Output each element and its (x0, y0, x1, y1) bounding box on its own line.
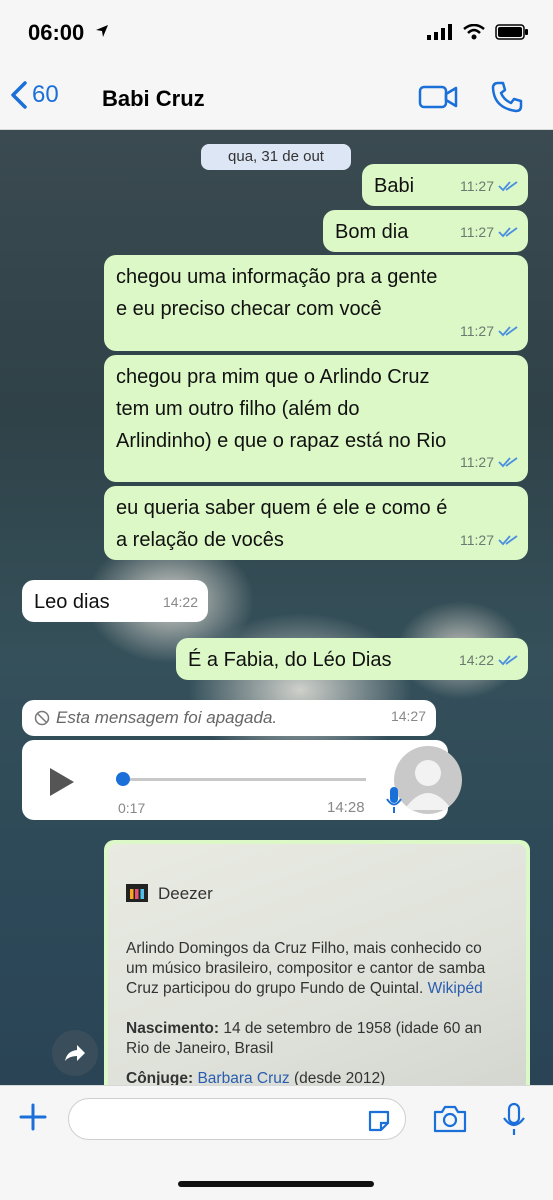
message-time: 11:27 (460, 224, 494, 240)
message-meta: 11:27 (460, 315, 518, 347)
message-line: tem um outro filho (além do (116, 398, 360, 420)
message-text: chegou pra mim que o Arlindo Cruz tem um… (116, 361, 446, 457)
prohibited-icon (34, 710, 50, 726)
message-time: 14:28 (327, 799, 365, 816)
message-time: 14:27 (390, 708, 426, 724)
deleted-message-bubble[interactable]: Esta mensagem foi apagada. 14:27 (22, 700, 436, 736)
message-time: 14:22 (458, 652, 494, 668)
message-bubble[interactable]: eu queria saber quem é ele e como é a re… (104, 486, 528, 560)
image-line-part: Cruz participou do grupo Fundo de Quinta… (126, 980, 428, 997)
message-text: Babi (374, 175, 415, 197)
birth-label: Nascimento: (126, 1020, 220, 1037)
sticker-icon[interactable] (366, 1108, 392, 1134)
image-line: um músico brasileiro, compositor e canto… (126, 960, 486, 977)
image-line: Cruz participou do grupo Fundo de Quinta… (126, 980, 483, 998)
message-text: Bom dia (335, 221, 409, 243)
status-icons (427, 24, 529, 40)
double-check-icon (498, 457, 518, 468)
home-indicator (178, 1181, 374, 1187)
chat-header: 60 Babi Cruz (0, 66, 553, 130)
unread-count: 60 (32, 81, 59, 108)
default-avatar-icon (404, 760, 452, 810)
back-button[interactable]: 60 (10, 80, 59, 110)
image-line: Nascimento: 14 de setembro de 1958 (idad… (126, 1020, 482, 1038)
double-check-icon (498, 655, 518, 666)
message-meta: 14:27 (391, 700, 426, 732)
message-time: 11:27 (460, 454, 494, 470)
message-line: e eu preciso checar com você (116, 298, 382, 320)
forward-button[interactable] (52, 1030, 98, 1076)
date-chip: qua, 31 de out (201, 144, 351, 170)
message-line: chegou pra mim que o Arlindo Cruz (116, 366, 430, 388)
message-meta: 11:27 (460, 446, 518, 478)
microphone-icon (386, 787, 402, 813)
message-meta: 14:22 (459, 644, 518, 676)
location-arrow-icon (96, 25, 108, 37)
double-check-icon (498, 181, 518, 192)
chat-area[interactable]: qua, 31 de out Babi 11:27 Bom dia 11:27 … (0, 130, 553, 1085)
message-time: 11:27 (460, 323, 494, 339)
message-text: chegou uma informação pra a gente e eu p… (116, 261, 437, 325)
voice-message-bubble[interactable]: 0:17 14:28 (22, 740, 462, 820)
spouse-label: Cônjuge: (126, 1070, 194, 1085)
message-meta: 14:22 (163, 586, 198, 618)
message-line: chegou uma informação pra a gente (116, 266, 438, 288)
wikipedia-link: Wikipéd (427, 980, 483, 997)
plus-icon[interactable] (18, 1102, 48, 1132)
message-line: a relação de vocês (116, 529, 284, 551)
deezer-logo (126, 884, 148, 902)
message-bubble[interactable]: Leo dias 14:22 (22, 580, 208, 622)
message-text: Leo dias (34, 591, 110, 613)
message-bubble[interactable]: Babi 11:27 (362, 164, 528, 206)
birth-value: 14 de setembro de 1958 (idade 60 an (219, 1020, 482, 1037)
message-line: eu queria saber quem é ele e como é (116, 497, 448, 519)
avatar (394, 746, 462, 814)
status-time: 06:00 (28, 20, 85, 45)
message-meta: 11:27 (460, 170, 518, 202)
message-meta: 11:27 (460, 216, 518, 248)
video-call-icon[interactable] (418, 84, 458, 110)
deleted-message-text: Esta mensagem foi apagada. (56, 708, 278, 727)
message-bubble[interactable]: Bom dia 11:27 (323, 210, 528, 252)
image-message-content[interactable]: Deezer Arlindo Domingos da Cruz Filho, m… (108, 844, 526, 1085)
audio-scrubber[interactable] (116, 772, 130, 786)
image-title: Deezer (158, 884, 213, 903)
camera-icon[interactable] (432, 1104, 468, 1134)
message-input[interactable] (68, 1098, 406, 1140)
message-bubble[interactable]: chegou pra mim que o Arlindo Cruz tem um… (104, 355, 528, 482)
message-time: 11:27 (460, 532, 494, 548)
play-icon[interactable] (50, 768, 74, 796)
image-line: Cônjuge: Barbara Cruz (desde 2012) (126, 1070, 385, 1085)
double-check-icon (498, 227, 518, 238)
forward-icon (65, 1045, 85, 1061)
message-bubble[interactable]: É a Fabia, do Léo Dias 14:22 (176, 638, 528, 680)
phone-call-icon[interactable] (490, 80, 524, 114)
image-message-bubble[interactable]: Deezer Arlindo Domingos da Cruz Filho, m… (104, 840, 530, 1085)
double-check-icon (498, 535, 518, 546)
message-time: 14:22 (162, 594, 198, 610)
chevron-left-icon (11, 81, 27, 109)
spouse-name: Barbara Cruz (197, 1070, 290, 1085)
message-meta: 11:27 (460, 524, 518, 556)
wifi-icon (463, 24, 485, 40)
audio-progress-track[interactable] (118, 778, 366, 781)
contact-name[interactable]: Babi Cruz (102, 86, 205, 112)
signal-icon (427, 24, 452, 40)
message-text: É a Fabia, do Léo Dias (188, 649, 392, 671)
battery-icon (495, 24, 528, 40)
message-time: 11:27 (460, 178, 494, 194)
birth-place: Rio de Janeiro, Brasil (126, 1040, 274, 1057)
audio-duration: 0:17 (118, 800, 146, 816)
microphone-icon[interactable] (502, 1102, 526, 1136)
deleted-message: Esta mensagem foi apagada. (34, 702, 277, 734)
double-check-icon (498, 326, 518, 337)
message-bubble[interactable]: chegou uma informação pra a gente e eu p… (104, 255, 528, 351)
status-bar: 06:00 (0, 0, 553, 66)
message-line: Arlindinho) e que o rapaz está no Rio (116, 430, 447, 452)
spouse-since: (desde 2012) (289, 1070, 386, 1085)
image-line: Arlindo Domingos da Cruz Filho, mais con… (126, 940, 482, 957)
composer-bar (0, 1085, 553, 1200)
message-text: eu queria saber quem é ele e como é a re… (116, 492, 447, 556)
